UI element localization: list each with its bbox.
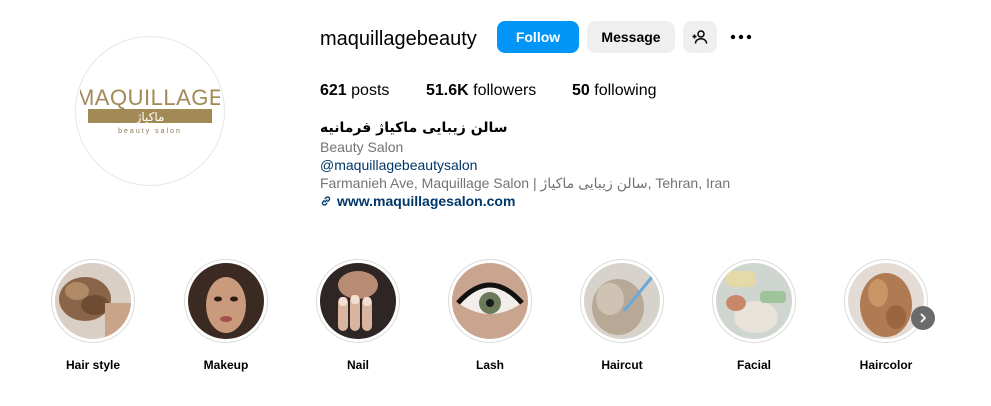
highlight-label: Haircut bbox=[601, 358, 643, 372]
highlight-nail[interactable]: Nail bbox=[315, 259, 401, 373]
highlight-makeup[interactable]: Makeup bbox=[183, 259, 269, 373]
highlight-label: Makeup bbox=[203, 358, 249, 372]
follow-button[interactable]: Follow bbox=[497, 21, 579, 53]
facial-thumbnail bbox=[716, 263, 792, 339]
highlight-hair-style[interactable]: Hair style bbox=[50, 259, 136, 373]
link-icon bbox=[321, 196, 331, 206]
profile-full-name: سالن زیبایی ماکیاژ فرمانیه bbox=[320, 120, 508, 136]
person-add-icon bbox=[692, 30, 708, 44]
following-stat[interactable]: 50 following bbox=[572, 81, 657, 101]
posts-count: 621 bbox=[320, 82, 347, 99]
more-options-button[interactable] bbox=[726, 24, 756, 50]
nail-thumbnail bbox=[320, 263, 396, 339]
profile-address: Farmanieh Ave, Maquillage Salon | سالن ز… bbox=[320, 175, 731, 191]
profile-username: maquillagebeauty bbox=[320, 28, 477, 50]
highlight-label: Hair style bbox=[65, 358, 121, 372]
suggest-accounts-button[interactable] bbox=[683, 21, 717, 53]
profile-category: Beauty Salon bbox=[320, 139, 404, 155]
website-text: www.maquillagesalon.com bbox=[337, 193, 516, 209]
highlight-label: Haircolor bbox=[859, 358, 913, 372]
highlight-label: Lash bbox=[475, 358, 504, 372]
haircut-thumbnail bbox=[584, 263, 660, 339]
posts-label: posts bbox=[351, 82, 390, 99]
following-count: 50 bbox=[572, 82, 590, 99]
logo-subtitle: beauty salon bbox=[118, 128, 182, 135]
haircolor-thumbnail bbox=[848, 263, 924, 339]
highlight-label: Nail bbox=[346, 358, 369, 372]
followers-stat[interactable]: 51.6K followers bbox=[426, 81, 536, 101]
message-button[interactable]: Message bbox=[587, 21, 675, 53]
highlight-haircut[interactable]: Haircut bbox=[579, 259, 665, 373]
followers-count: 51.6K bbox=[426, 82, 469, 99]
posts-stat: 621 posts bbox=[320, 81, 389, 101]
following-label: following bbox=[594, 82, 657, 99]
bio-mention-link[interactable]: @maquillagebeautysalon bbox=[320, 157, 477, 173]
more-horizontal-icon bbox=[730, 34, 752, 40]
logo-word: MAQUILLAGE bbox=[80, 85, 220, 110]
lash-thumbnail bbox=[452, 263, 528, 339]
logo-arabic: ماکیاژ bbox=[135, 110, 165, 125]
maquillage-logo: MAQUILLAGE ماکیاژ beauty salon bbox=[80, 85, 220, 135]
hair-style-thumbnail bbox=[55, 263, 131, 339]
highlight-label: Facial bbox=[736, 358, 772, 372]
profile-avatar[interactable]: MAQUILLAGE ماکیاژ beauty salon bbox=[75, 36, 225, 186]
highlights-next-button[interactable] bbox=[911, 306, 935, 330]
highlight-facial[interactable]: Facial bbox=[711, 259, 797, 373]
profile-website-link[interactable]: www.maquillagesalon.com bbox=[320, 193, 515, 209]
followers-label: followers bbox=[473, 82, 537, 99]
highlight-lash[interactable]: Lash bbox=[447, 259, 533, 373]
chevron-right-icon bbox=[920, 313, 926, 323]
makeup-thumbnail bbox=[188, 263, 264, 339]
